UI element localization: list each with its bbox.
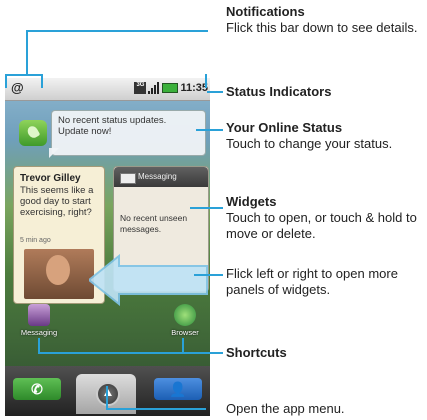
callout-shortcuts: Shortcuts <box>226 345 422 361</box>
callout-line <box>182 338 184 354</box>
callout-heading: Widgets <box>226 194 277 209</box>
messaging-widget-body: No recent unseen messages. <box>120 213 188 234</box>
callout-line <box>207 91 223 93</box>
callout-panels: Flick left or right to open more panels … <box>226 266 422 298</box>
callout-online-status: Your Online Status Touch to change your … <box>226 120 422 152</box>
shortcut-label: Browser <box>171 328 199 337</box>
shortcut-messaging[interactable]: Messaging <box>9 304 69 337</box>
messaging-widget-title: Messaging <box>138 172 177 181</box>
browser-globe-icon <box>174 304 196 326</box>
callout-line <box>196 129 223 131</box>
shortcut-label: Messaging <box>20 328 58 337</box>
clock: 11:35 <box>180 82 208 94</box>
callout-body: Open the app menu. <box>226 401 345 416</box>
callout-heading: Notifications <box>226 4 305 19</box>
contact-name: Trevor Gilley <box>20 173 81 184</box>
online-status-widget[interactable]: No recent status updates. Update now! <box>51 110 206 156</box>
callout-line <box>41 74 43 88</box>
callout-body: Touch to change your status. <box>226 136 393 151</box>
phone-icon: ✆ <box>31 381 43 397</box>
phone-home-screen: @ 3G 11:35 No recent status updates. Upd… <box>5 78 210 416</box>
callout-line <box>38 338 40 354</box>
callout-line <box>106 386 108 410</box>
contact-timestamp: 5 min ago <box>20 237 51 244</box>
launcher-up-icon <box>96 382 120 406</box>
signal-strength-icon <box>148 82 160 94</box>
callout-line <box>5 74 43 76</box>
envelope-icon <box>120 173 136 184</box>
callout-body: Flick left or right to open more panels … <box>226 266 398 297</box>
callout-heading: Your Online Status <box>226 120 343 135</box>
callout-line <box>194 274 223 276</box>
callout-app-menu: Open the app menu. <box>226 401 422 417</box>
callout-line <box>106 408 206 410</box>
callout-body: Touch to open, or touch & hold to move o… <box>226 210 417 241</box>
callout-body: Flick this bar down to see details. <box>226 20 418 35</box>
callout-line <box>190 207 223 209</box>
bubble-pointer <box>49 148 59 158</box>
contact-message: This seems like a good day to start exer… <box>20 185 94 218</box>
callout-line <box>26 30 208 32</box>
callout-line <box>5 74 7 88</box>
phone-button[interactable]: ✆ <box>13 378 61 400</box>
battery-icon <box>162 83 179 93</box>
status-indicators: 3G 11:35 <box>134 82 208 94</box>
contact-photo <box>24 249 94 299</box>
callout-heading: Status Indicators <box>226 84 332 99</box>
callout-line <box>205 74 207 88</box>
callout-widgets: Widgets Touch to open, or touch & hold t… <box>226 194 422 242</box>
online-status-icon[interactable] <box>19 120 47 146</box>
callout-line <box>40 352 223 354</box>
callout-notifications: Notifications Flick this bar down to see… <box>226 4 422 36</box>
callout-status-indicators: Status Indicators <box>226 84 422 100</box>
swipe-arrow-icon <box>89 254 208 306</box>
app-notification-icon: @ <box>11 80 24 95</box>
callout-line <box>26 30 28 74</box>
status-widget-text: No recent status updates. Update now! <box>58 115 167 137</box>
shortcut-browser[interactable]: Browser <box>155 304 210 337</box>
contacts-button[interactable]: 👤 <box>154 378 202 400</box>
messaging-widget-header: Messaging <box>114 167 208 187</box>
callout-heading: Shortcuts <box>226 345 287 360</box>
contacts-icon: 👤 <box>169 381 187 397</box>
status-bar[interactable]: @ 3G 11:35 <box>5 78 210 101</box>
network-3g-icon: 3G <box>134 82 147 94</box>
messaging-icon <box>28 304 50 326</box>
